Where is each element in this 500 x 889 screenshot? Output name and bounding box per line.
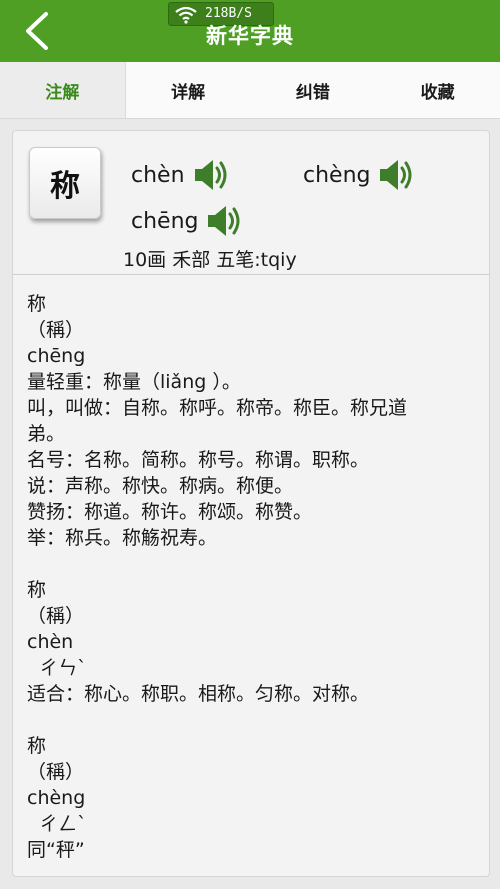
pinyin-text: chèng <box>303 162 371 188</box>
pronunciation-cheng4[interactable]: chèng <box>303 157 414 193</box>
definition-line: 适合：称心。称职。相称。匀称。对称。 <box>27 683 370 705</box>
definition-line: （稱） <box>27 605 85 627</box>
definition-line: 赞扬：称道。称许。称颂。称赞。 <box>27 501 313 523</box>
definition-line: 称 <box>27 735 47 757</box>
definition-line: 名号：名称。简称。称号。称谓。职称。 <box>27 449 370 471</box>
pinyin-text: chēng <box>131 208 199 234</box>
entry-card: 称 chèn chèng chēng 10画 禾部 五笔:tqiy 称 （稱） … <box>12 130 490 877</box>
definition-line: （稱） <box>27 319 85 341</box>
definition-line: chèn <box>27 631 74 653</box>
tab-details[interactable]: 详解 <box>126 62 251 118</box>
definition-line: chēng <box>27 345 86 367</box>
definition-line: chèng <box>27 787 86 809</box>
pronunciation-chen4[interactable]: chèn <box>131 157 229 193</box>
speaker-icon[interactable] <box>193 157 229 193</box>
stroke-radical-info: 10画 禾部 五笔:tqiy <box>123 249 297 271</box>
pinyin-text: chèn <box>131 162 185 188</box>
definition-line: （稱） <box>27 761 85 783</box>
tab-favorite[interactable]: 收藏 <box>375 62 500 118</box>
definition-line: 说：声称。称快。称病。称便。 <box>27 475 294 497</box>
definition-line: 举：称兵。称觞祝寿。 <box>27 527 218 549</box>
definition-line: 称 <box>27 293 47 315</box>
pronunciation-cheng1[interactable]: chēng <box>131 203 242 239</box>
tab-annotation[interactable]: 注解 <box>0 62 126 118</box>
character-display: 称 <box>29 147 101 219</box>
divider <box>13 274 489 275</box>
network-speed-text: 218B/S <box>205 6 252 21</box>
definition-line: 弟。 <box>27 423 66 445</box>
definition-line: 称 <box>27 579 47 601</box>
definition-text: 称 （稱） chēng 量轻重：称量（liǎ​ng ）。 叫，叫做：自称。称呼。… <box>27 291 479 863</box>
bopomofo-line: ㄔㄥˋ <box>27 813 87 835</box>
speaker-icon[interactable] <box>206 203 242 239</box>
speaker-icon[interactable] <box>378 157 414 193</box>
bopomofo-line: ㄔㄣˋ <box>27 657 87 679</box>
tab-report-error[interactable]: 纠错 <box>251 62 376 118</box>
title-bar: 218B/S 新华字典 <box>0 0 500 62</box>
definition-line: 同“秤” <box>27 839 85 861</box>
tab-bar: 注解 详解 纠错 收藏 <box>0 62 500 119</box>
app-title: 新华字典 <box>206 24 294 48</box>
definition-line: 量轻重：称量（liǎ​ng ）。 <box>27 371 241 393</box>
definition-line: 叫，叫做：自称。称呼。称帝。称臣。称兄道 <box>27 397 408 419</box>
